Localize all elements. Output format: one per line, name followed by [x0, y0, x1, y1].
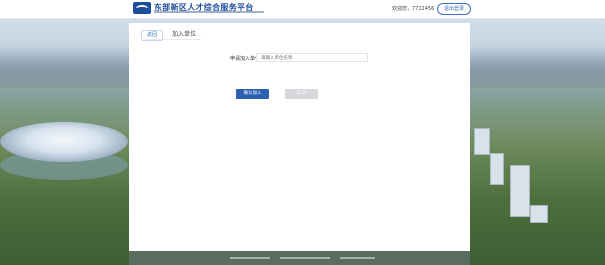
cancel-button[interactable]: 取消 — [285, 89, 318, 99]
building — [510, 165, 530, 217]
unit-input[interactable] — [256, 53, 368, 62]
footer-text — [280, 257, 330, 259]
top-header: 东部新区人才综合服务平台 欢迎您，7712456 退出登录 — [0, 0, 605, 19]
building — [490, 153, 504, 185]
footer-text — [230, 257, 270, 259]
building — [474, 128, 490, 155]
platform-logo-icon — [133, 2, 151, 14]
welcome-text: 欢迎您，7712456 — [392, 6, 435, 12]
tab-join-unit[interactable]: 加入单位 — [168, 30, 200, 39]
confirm-join-button[interactable]: 确认加入 — [236, 89, 269, 99]
footer-text — [340, 257, 375, 259]
platform-subtitle-bar — [154, 11, 264, 13]
logout-button[interactable]: 退出登录 — [437, 3, 471, 15]
building — [530, 205, 548, 223]
tab-divider — [141, 39, 201, 40]
stadium — [0, 122, 128, 162]
